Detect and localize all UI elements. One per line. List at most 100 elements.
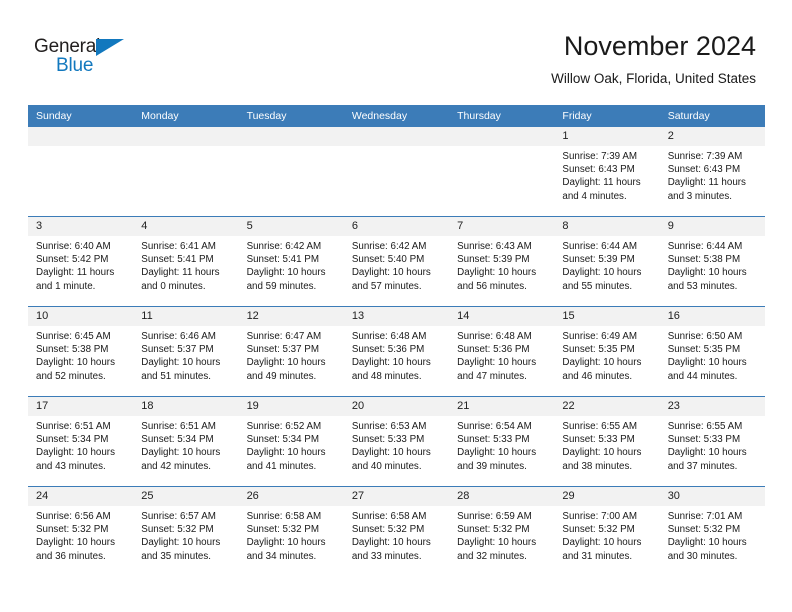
weekday-header-sunday: Sunday <box>28 105 134 127</box>
calendar-day-cell[interactable]: 17 Sunrise: 6:51 AM Sunset: 5:34 PM Dayligh… <box>28 396 134 487</box>
calendar-day-cell[interactable]: 22 Sunrise: 6:55 AM Sunset: 5:33 PM Dayligh… <box>554 396 660 487</box>
day-number: 17 <box>28 397 134 416</box>
calendar-day-cell[interactable]: 9 Sunrise: 6:44 AM Sunset: 5:38 PM Daylight… <box>659 216 765 307</box>
sunset-time: Sunset: 5:32 PM <box>351 524 425 536</box>
sunset-time: Sunset: 5:34 PM <box>36 434 109 446</box>
calendar-day-cell[interactable]: 19 Sunrise: 6:52 AM Sunset: 5:34 PM Dayligh… <box>238 396 344 487</box>
triangle-icon <box>96 39 124 56</box>
day-number: 9 <box>659 217 765 236</box>
day-cell-inner: 20 Sunrise: 6:53 AM Sunset: 5:33 PM Dayligh… <box>343 397 450 486</box>
day-number: 15 <box>554 307 660 326</box>
day-number: 27 <box>343 487 450 506</box>
weekday-header-wednesday: Wednesday <box>343 105 450 127</box>
calendar-day-cell[interactable]: 3 Sunrise: 6:40 AM Sunset: 5:42 PM Daylight… <box>28 216 134 307</box>
daylight-duration-line1: Daylight: 11 hours <box>562 177 641 189</box>
day-number <box>28 127 134 146</box>
day-details: Sunrise: 6:51 AM Sunset: 5:34 PM Daylight:… <box>133 416 238 473</box>
sunrise-time: Sunrise: 6:51 AM <box>36 421 111 432</box>
calendar-day-cell[interactable]: 27 Sunrise: 6:58 AM Sunset: 5:32 PM Dayligh… <box>343 486 450 576</box>
calendar-day-cell[interactable]: 29 Sunrise: 7:00 AM Sunset: 5:32 PM Dayligh… <box>554 486 660 576</box>
day-details: Sunrise: 6:58 AM Sunset: 5:32 PM Daylight:… <box>239 506 344 563</box>
daylight-duration-line2: and 34 minutes. <box>246 550 317 562</box>
day-number: 19 <box>238 397 344 416</box>
day-details: Sunrise: 6:42 AM Sunset: 5:41 PM Daylight:… <box>239 236 344 293</box>
day-cell-inner: 15 Sunrise: 6:49 AM Sunset: 5:35 PM Dayligh… <box>554 307 660 396</box>
calendar-day-cell[interactable]: 5 Sunrise: 6:42 AM Sunset: 5:41 PM Daylight… <box>238 216 344 307</box>
calendar-day-cell[interactable]: 14 Sunrise: 6:48 AM Sunset: 5:36 PM Dayligh… <box>449 306 555 397</box>
calendar-day-cell-empty <box>238 127 344 217</box>
daylight-duration-line1: Daylight: 10 hours <box>667 537 747 549</box>
day-cell-inner: 14 Sunrise: 6:48 AM Sunset: 5:36 PM Dayligh… <box>449 307 555 396</box>
calendar-day-cell[interactable]: 7 Sunrise: 6:43 AM Sunset: 5:39 PM Daylight… <box>449 216 555 307</box>
sunset-time: Sunset: 5:34 PM <box>246 434 319 446</box>
sunrise-time: Sunrise: 6:47 AM <box>246 331 322 342</box>
calendar-day-cell-empty <box>133 127 239 217</box>
daylight-duration-line1: Daylight: 10 hours <box>457 447 537 459</box>
calendar-day-cell[interactable]: 6 Sunrise: 6:42 AM Sunset: 5:40 PM Daylight… <box>343 216 450 307</box>
calendar-day-cell[interactable]: 1 Sunrise: 7:39 AM Sunset: 6:43 PM Daylight… <box>554 127 660 217</box>
sunset-time: Sunset: 5:32 PM <box>562 524 635 536</box>
day-number: 25 <box>133 487 239 506</box>
daylight-duration-line1: Daylight: 10 hours <box>36 447 115 459</box>
calendar-page: General Blue November 2024 Willow Oak, F… <box>0 0 792 612</box>
daylight-duration-line2: and 35 minutes. <box>141 550 211 562</box>
daylight-duration-line1: Daylight: 11 hours <box>141 267 220 279</box>
calendar-week-row: 17 Sunrise: 6:51 AM Sunset: 5:34 PM Dayligh… <box>28 396 765 487</box>
daylight-duration-line2: and 37 minutes. <box>667 460 738 472</box>
day-number: 8 <box>554 217 660 236</box>
calendar-day-cell[interactable]: 4 Sunrise: 6:41 AM Sunset: 5:41 PM Daylight… <box>133 216 239 307</box>
calendar-day-cell[interactable]: 8 Sunrise: 6:44 AM Sunset: 5:39 PM Daylight… <box>554 216 660 307</box>
sunset-time: Sunset: 5:36 PM <box>351 344 425 356</box>
day-details: Sunrise: 6:58 AM Sunset: 5:32 PM Daylight:… <box>344 506 449 563</box>
sunset-time: Sunset: 5:41 PM <box>141 254 214 266</box>
day-number: 24 <box>28 487 134 506</box>
daylight-duration-line1: Daylight: 10 hours <box>246 357 326 369</box>
day-cell-inner <box>343 127 450 216</box>
day-number: 20 <box>343 397 450 416</box>
calendar-day-cell[interactable]: 26 Sunrise: 6:58 AM Sunset: 5:32 PM Dayligh… <box>238 486 344 576</box>
day-details: Sunrise: 6:55 AM Sunset: 5:33 PM Daylight:… <box>660 416 765 473</box>
day-cell-inner: 30 Sunrise: 7:01 AM Sunset: 5:32 PM Dayligh… <box>659 487 765 576</box>
page-subtitle: Willow Oak, Florida, United States <box>551 71 756 86</box>
daylight-duration-line1: Daylight: 10 hours <box>562 447 642 459</box>
daylight-duration-line2: and 49 minutes. <box>246 370 317 382</box>
daylight-duration-line2: and 44 minutes. <box>667 370 738 382</box>
daylight-duration-line1: Daylight: 10 hours <box>351 447 431 459</box>
daylight-duration-line1: Daylight: 10 hours <box>246 267 326 279</box>
day-details: Sunrise: 6:48 AM Sunset: 5:36 PM Daylight:… <box>449 326 554 383</box>
calendar-day-cell[interactable]: 2 Sunrise: 7:39 AM Sunset: 6:43 PM Daylight… <box>659 127 765 217</box>
general-blue-logo[interactable]: General Blue <box>34 36 154 82</box>
day-details: Sunrise: 6:45 AM Sunset: 5:38 PM Daylight:… <box>28 326 133 383</box>
weekday-header-friday: Friday <box>554 105 660 127</box>
daylight-duration-line1: Daylight: 10 hours <box>351 537 431 549</box>
calendar-day-cell[interactable]: 10 Sunrise: 6:45 AM Sunset: 5:38 PM Dayligh… <box>28 306 134 397</box>
sunrise-time: Sunrise: 6:58 AM <box>351 511 427 522</box>
sunrise-time: Sunrise: 6:58 AM <box>246 511 322 522</box>
calendar-day-cell[interactable]: 23 Sunrise: 6:55 AM Sunset: 5:33 PM Dayligh… <box>659 396 765 487</box>
calendar-week-row: 10 Sunrise: 6:45 AM Sunset: 5:38 PM Dayligh… <box>28 306 765 397</box>
day-number: 29 <box>554 487 660 506</box>
calendar-day-cell[interactable]: 24 Sunrise: 6:56 AM Sunset: 5:32 PM Dayligh… <box>28 486 134 576</box>
calendar-day-cell[interactable]: 20 Sunrise: 6:53 AM Sunset: 5:33 PM Dayligh… <box>343 396 450 487</box>
calendar-day-cell[interactable]: 13 Sunrise: 6:48 AM Sunset: 5:36 PM Dayligh… <box>343 306 450 397</box>
calendar-day-cell[interactable]: 15 Sunrise: 6:49 AM Sunset: 5:35 PM Dayligh… <box>554 306 660 397</box>
sunset-time: Sunset: 5:32 PM <box>457 524 530 536</box>
sunset-time: Sunset: 5:36 PM <box>457 344 530 356</box>
calendar-day-cell[interactable]: 21 Sunrise: 6:54 AM Sunset: 5:33 PM Dayligh… <box>449 396 555 487</box>
sunrise-time: Sunrise: 6:42 AM <box>246 241 322 252</box>
calendar-day-cell[interactable]: 25 Sunrise: 6:57 AM Sunset: 5:32 PM Dayligh… <box>133 486 239 576</box>
sunset-time: Sunset: 6:43 PM <box>562 164 635 176</box>
calendar-day-cell[interactable]: 28 Sunrise: 6:59 AM Sunset: 5:32 PM Dayligh… <box>449 486 555 576</box>
calendar-week-row: 1 Sunrise: 7:39 AM Sunset: 6:43 PM Daylight… <box>28 127 765 217</box>
sunrise-time: Sunrise: 6:53 AM <box>351 421 427 432</box>
calendar-day-cell[interactable]: 16 Sunrise: 6:50 AM Sunset: 5:35 PM Dayligh… <box>659 306 765 397</box>
day-number <box>449 127 555 146</box>
calendar-day-cell[interactable]: 11 Sunrise: 6:46 AM Sunset: 5:37 PM Dayligh… <box>133 306 239 397</box>
daylight-duration-line1: Daylight: 10 hours <box>141 537 221 549</box>
title-block: November 2024 Willow Oak, Florida, Unite… <box>551 30 756 89</box>
sunset-time: Sunset: 5:33 PM <box>562 434 635 446</box>
calendar-day-cell[interactable]: 12 Sunrise: 6:47 AM Sunset: 5:37 PM Dayligh… <box>238 306 344 397</box>
calendar-day-cell[interactable]: 18 Sunrise: 6:51 AM Sunset: 5:34 PM Dayligh… <box>133 396 239 487</box>
calendar-day-cell[interactable]: 30 Sunrise: 7:01 AM Sunset: 5:32 PM Dayligh… <box>659 486 765 576</box>
daylight-duration-line1: Daylight: 10 hours <box>667 357 747 369</box>
